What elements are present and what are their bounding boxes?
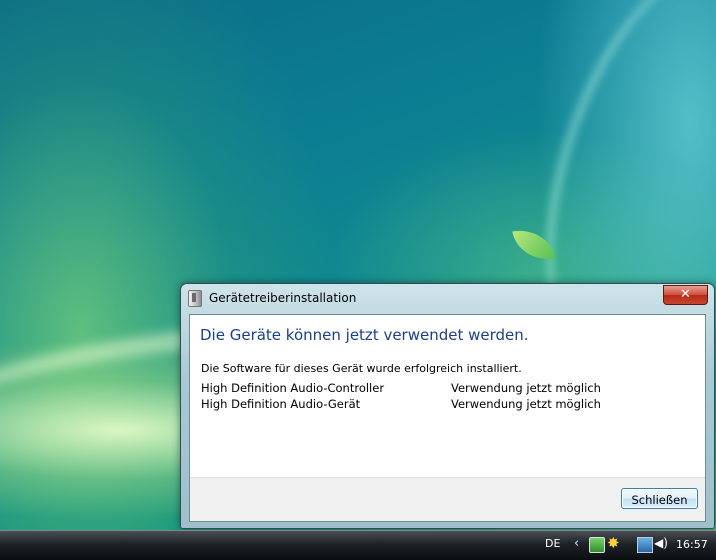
sync-icon[interactable]: [589, 537, 605, 553]
show-hidden-icons-chevron-icon[interactable]: ‹: [574, 536, 579, 551]
driver-install-dialog: Gerätetreiberinstallation ✕ Die Geräte k…: [180, 283, 715, 529]
device-status: Verwendung jetzt möglich: [451, 397, 601, 411]
taskbar: DE ‹ ✸ ◀) 16:57: [0, 530, 716, 560]
device-status: Verwendung jetzt möglich: [451, 381, 601, 395]
install-message: Die Software für dieses Gerät wurde erfo…: [201, 362, 522, 375]
close-button[interactable]: Schließen: [621, 488, 698, 509]
dialog-content: Die Geräte können jetzt verwendet werden…: [189, 314, 706, 522]
dialog-heading: Die Geräte können jetzt verwendet werden…: [200, 326, 529, 344]
device-icon: [188, 290, 202, 307]
device-row: High Definition Audio-Gerät Verwendung j…: [201, 397, 681, 413]
window-title: Gerätetreiberinstallation: [209, 291, 357, 305]
network-icon[interactable]: [637, 537, 653, 553]
language-indicator[interactable]: DE: [545, 537, 560, 550]
sun-icon[interactable]: ✸: [607, 534, 620, 552]
device-row: High Definition Audio-Controller Verwend…: [201, 381, 681, 397]
title-bar[interactable]: Gerätetreiberinstallation ✕: [181, 284, 714, 312]
device-name: High Definition Audio-Controller: [201, 381, 385, 395]
window-close-button[interactable]: ✕: [663, 285, 708, 305]
dialog-footer: Schließen: [190, 477, 705, 521]
volume-icon[interactable]: ◀): [654, 536, 668, 550]
clock[interactable]: 16:57: [676, 538, 708, 551]
device-name: High Definition Audio-Gerät: [201, 397, 361, 411]
